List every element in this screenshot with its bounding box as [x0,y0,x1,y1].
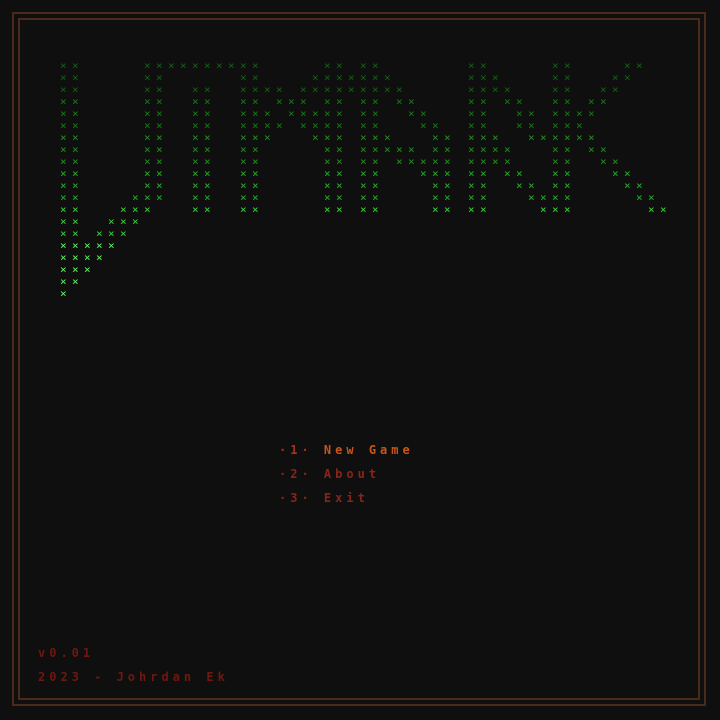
logo-stitch: × [624,71,631,84]
logo-stitch: × [612,83,619,96]
logo-stitch: × [180,59,187,72]
menu-label-about: About [323,467,381,481]
logo-stitch: × [588,143,595,156]
logo-stitch: × [384,143,391,156]
logo-stitch: × [396,155,403,168]
menu-key-1: ·1· [279,443,313,457]
logo-stitch: × [636,191,643,204]
logo-stitch: × [600,155,607,168]
logo-stitch: × [540,131,547,144]
logo-stitch: × [192,59,199,72]
logo-stitch: × [204,203,211,216]
menu-label-exit: Exit [323,491,369,505]
logo-stitch: × [228,59,235,72]
logo-stitch: × [516,179,523,192]
menu-key-3: ·3· [279,491,313,505]
logo-stitch: × [264,131,271,144]
logo-stitch: × [288,107,295,120]
logo-stitch: × [396,95,403,108]
logo-stitch: × [108,239,115,252]
logo-stitch: × [468,203,475,216]
main-menu: ·1· New Game ·2· About ·3· Exit [279,441,414,513]
logo-stitch: × [360,203,367,216]
logo-stitch: × [276,95,283,108]
logo-stitch: × [420,119,427,132]
logo-stitch: × [72,275,79,288]
logo-stitch: × [480,203,487,216]
logo-stitch: × [192,203,199,216]
logo-stitch: × [432,203,439,216]
logo-stitch: × [660,203,667,216]
logo-stitch: × [156,191,163,204]
logo-stitch: × [420,167,427,180]
logo-stitch: × [276,119,283,132]
logo-stitch: × [516,119,523,132]
title-logo: × × × × × × × × × × × × × × × × × × × × × × × × × × × × × × × × × × × × × × × ×… [0,0,720,330]
logo-stitch: × [492,155,499,168]
logo-stitch: × [216,59,223,72]
logo-stitch: × [624,179,631,192]
logo-stitch: × [528,131,535,144]
logo-stitch: × [120,227,127,240]
logo-stitch: × [552,203,559,216]
logo-stitch: × [264,83,271,96]
logo-stitch: × [252,203,259,216]
logo-stitch: × [528,191,535,204]
logo-stitch: × [324,203,331,216]
logo-stitch: × [636,59,643,72]
logo-stitch: × [648,203,655,216]
credit-label: 2023 - Johrdan Ek [38,670,229,684]
logo-stitch: × [204,59,211,72]
logo-stitch: × [600,95,607,108]
logo-stitch: × [84,263,91,276]
logo-stitch: × [312,83,319,96]
logo-stitch: × [96,251,103,264]
logo-stitch: × [408,155,415,168]
logo-stitch: × [144,203,151,216]
logo-stitch: × [576,131,583,144]
menu-item-exit[interactable]: ·3· Exit [279,489,414,513]
logo-stitch: × [348,83,355,96]
logo-stitch: × [540,203,547,216]
logo-stitch: × [372,203,379,216]
logo-stitch: × [336,203,343,216]
logo-stitch: × [240,203,247,216]
logo-stitch: × [60,287,67,300]
logo-stitch: × [492,83,499,96]
logo-stitch: × [168,59,175,72]
menu-label-new-game: New Game [323,443,414,457]
menu-item-new-game[interactable]: ·1· New Game [279,441,414,465]
logo-stitch: × [300,119,307,132]
logo-stitch: × [564,203,571,216]
logo-stitch: × [504,95,511,108]
logo-stitch: × [588,107,595,120]
menu-key-2: ·2· [279,467,313,481]
logo-stitch: × [504,167,511,180]
logo-stitch: × [612,167,619,180]
logo-stitch: × [444,203,451,216]
logo-stitch: × [132,215,139,228]
logo-stitch: × [384,83,391,96]
version-label: v0.01 [38,646,95,660]
menu-item-about[interactable]: ·2· About [279,465,414,489]
logo-stitch: × [312,131,319,144]
logo-stitch: × [408,107,415,120]
